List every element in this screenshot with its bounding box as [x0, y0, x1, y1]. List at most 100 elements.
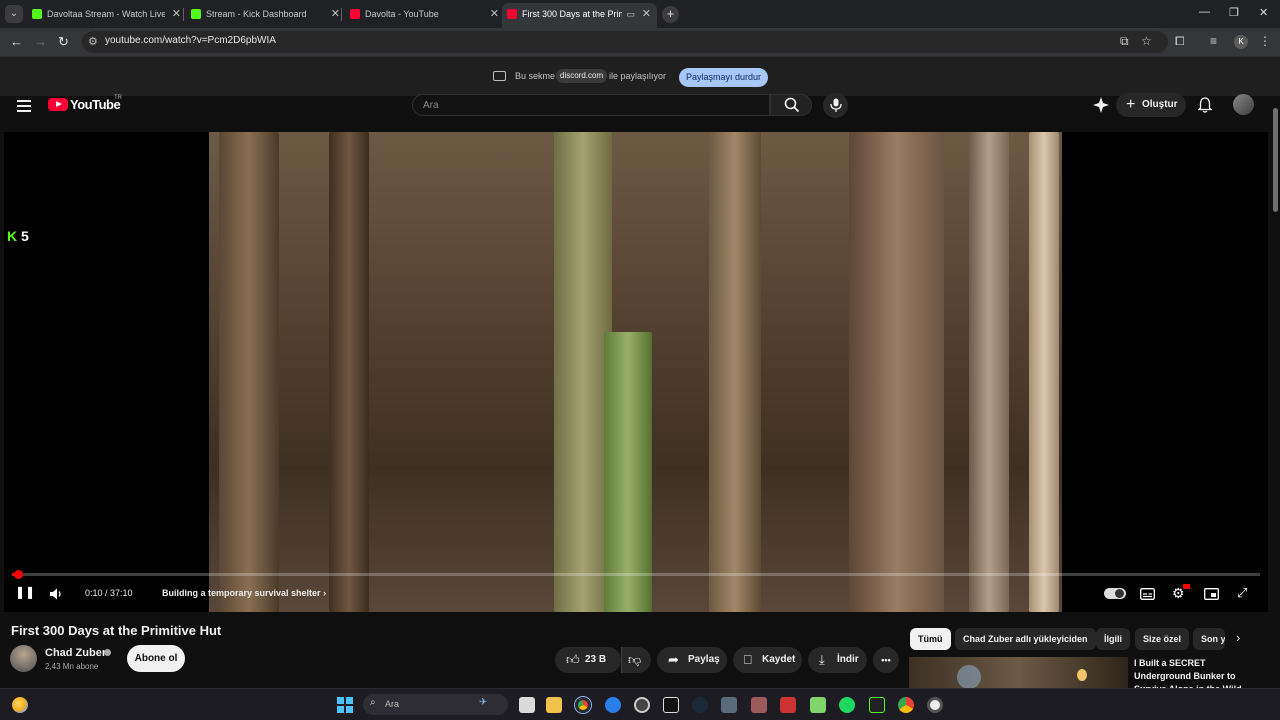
browser-tab-strip: ⌄ Davoltaa Stream - Watch Live o ✕ Strea… — [0, 0, 1280, 28]
chip-related[interactable]: İlgili — [1096, 628, 1130, 650]
close-icon[interactable]: ✕ — [642, 3, 651, 25]
screen-share-icon — [493, 71, 506, 81]
app-icon[interactable] — [751, 697, 767, 713]
bookmark-icon: ⎕ — [744, 652, 752, 667]
save-button[interactable]: ⎕ Kaydet — [733, 647, 802, 673]
window-close-icon[interactable]: ✕ — [1259, 6, 1268, 19]
voice-search-button[interactable] — [823, 93, 848, 118]
close-icon[interactable]: ✕ — [490, 3, 499, 25]
taskbar-search-input[interactable] — [385, 697, 475, 711]
tab-title: First 300 Days at the Primiti — [522, 9, 622, 19]
create-button[interactable]: + Oluştur — [1116, 93, 1186, 117]
chapter-title[interactable]: Building a temporary survival shelter › — [162, 588, 326, 598]
file-explorer-icon[interactable] — [546, 697, 562, 713]
game-app-icon[interactable] — [663, 697, 679, 713]
like-button[interactable]: 👍︎ 23 B — [555, 647, 621, 673]
address-bar[interactable]: ⚙ youtube.com/watch?v=Pcm2D6pbWIA — [82, 31, 1168, 53]
tab-title: Stream - Kick Dashboard — [206, 9, 307, 19]
new-tab-button[interactable]: + — [662, 6, 679, 23]
progress-bar[interactable] — [12, 570, 1260, 579]
reading-list-icon[interactable]: ≡ — [1210, 34, 1217, 48]
profile-avatar[interactable]: K — [1234, 35, 1248, 49]
pause-icon[interactable]: ❚❚ — [15, 585, 35, 599]
spotify-icon[interactable] — [839, 697, 855, 713]
tab-kick-stream[interactable]: Davoltaa Stream - Watch Live o ✕ — [27, 3, 187, 28]
dislike-button[interactable]: 👎︎ — [621, 647, 651, 673]
tab-youtube-video[interactable]: First 300 Days at the Primiti ▭ ✕ — [502, 3, 657, 28]
browser-menu-icon[interactable]: ⋮ — [1259, 34, 1271, 48]
search-highlight-icon: ✈ — [479, 697, 488, 708]
tab-youtube-channel[interactable]: Davolta - YouTube ✕ — [345, 3, 505, 28]
gemini-sparkle-icon[interactable] — [1093, 97, 1109, 113]
close-icon[interactable]: ✕ — [331, 3, 340, 25]
chrome-profile-icon[interactable] — [898, 697, 914, 713]
chip-all[interactable]: Tümü — [910, 628, 951, 650]
media-app-icon[interactable] — [780, 697, 796, 713]
minimize-icon[interactable]: — — [1199, 6, 1210, 18]
search-button[interactable] — [770, 94, 812, 116]
edge-icon[interactable] — [605, 697, 621, 713]
reload-icon[interactable]: ↻ — [58, 34, 69, 50]
notes-app-icon[interactable] — [810, 697, 826, 713]
video-frame[interactable] — [209, 132, 1062, 612]
recommended-video-thumbnail[interactable] — [909, 657, 1128, 688]
chrome-icon[interactable] — [575, 697, 591, 713]
steam-icon[interactable] — [692, 697, 708, 713]
windows-start-icon[interactable] — [337, 697, 353, 713]
video-player[interactable]: K 5 ❚❚ 0:10 / 37:10 Building a temporary… — [4, 132, 1268, 612]
calculator-icon[interactable] — [721, 697, 737, 713]
youtube-wordmark[interactable]: YouTube — [70, 97, 121, 112]
notifications-bell-icon[interactable] — [1198, 97, 1212, 113]
viewer-count: 5 — [21, 228, 29, 244]
tab-kick-dashboard[interactable]: Stream - Kick Dashboard ✕ — [186, 3, 346, 28]
progress-scrubber[interactable] — [14, 570, 23, 579]
kick-icon — [32, 9, 42, 19]
subtitles-icon[interactable] — [1140, 588, 1155, 600]
volume-icon[interactable] — [49, 587, 63, 601]
kick-viewer-badge: K 5 — [7, 228, 29, 244]
back-icon[interactable]: ← — [10, 34, 23, 49]
forward-icon[interactable]: → — [34, 34, 47, 49]
account-avatar[interactable] — [1233, 94, 1254, 115]
install-app-icon[interactable]: ⧉ — [1120, 34, 1129, 49]
subscriber-count: 2,43 Mn abone — [45, 662, 99, 671]
chevron-right-icon[interactable]: › — [1236, 630, 1240, 645]
chip-for-you[interactable]: Size özel — [1135, 628, 1190, 650]
task-view-icon[interactable] — [519, 697, 535, 713]
menu-icon[interactable] — [17, 100, 31, 115]
obs-icon[interactable] — [634, 697, 650, 713]
bookmark-star-icon[interactable]: ☆ — [1141, 34, 1152, 48]
taskbar-search[interactable]: ⌕ ✈ — [363, 694, 508, 715]
subscribe-button[interactable]: Abone ol — [127, 645, 185, 672]
download-button[interactable]: ⤓ İndir — [808, 647, 867, 673]
extensions-icon[interactable]: ⧠ — [1175, 34, 1185, 49]
chip-recent[interactable]: Son y — [1193, 628, 1225, 650]
chip-from-uploader[interactable]: Chad Zuber adlı yükleyiciden — [955, 628, 1096, 650]
restore-icon[interactable]: ❐ — [1229, 6, 1239, 19]
site-info-icon[interactable]: ⚙ — [88, 35, 98, 48]
channel-name[interactable]: Chad Zuber — [45, 647, 106, 659]
chapter-label: Building a temporary survival shelter — [162, 588, 321, 598]
search-box[interactable] — [412, 94, 770, 116]
share-label: Paylaş — [688, 654, 720, 665]
fullscreen-icon[interactable]: ⤢ — [1237, 585, 1247, 601]
close-icon[interactable]: ✕ — [172, 3, 181, 25]
page-scrollbar[interactable] — [1270, 96, 1280, 688]
autoplay-toggle[interactable] — [1104, 588, 1126, 599]
youtube-logo-icon[interactable] — [48, 98, 68, 111]
more-actions-button[interactable]: ••• — [873, 647, 899, 673]
share-button[interactable]: ➦ Paylaş — [657, 647, 727, 673]
app-circle-icon[interactable] — [927, 697, 943, 713]
share-arrow-icon: ➦ — [668, 652, 679, 667]
miniplayer-icon[interactable] — [1204, 588, 1219, 600]
kick-app-icon[interactable] — [869, 697, 885, 713]
save-label: Kaydet — [762, 654, 796, 665]
recommended-video-title[interactable]: I Built a SECRET Underground Bunker to S… — [1134, 657, 1264, 688]
weather-icon[interactable] — [12, 697, 28, 713]
channel-avatar[interactable] — [10, 645, 37, 672]
country-code: TR — [114, 95, 122, 101]
tab-search-button[interactable]: ⌄ — [5, 5, 23, 23]
search-input[interactable] — [423, 97, 753, 113]
url-text[interactable]: youtube.com/watch?v=Pcm2D6pbWIA — [105, 35, 276, 46]
stop-sharing-button[interactable]: Paylaşmayı durdur — [679, 68, 768, 87]
